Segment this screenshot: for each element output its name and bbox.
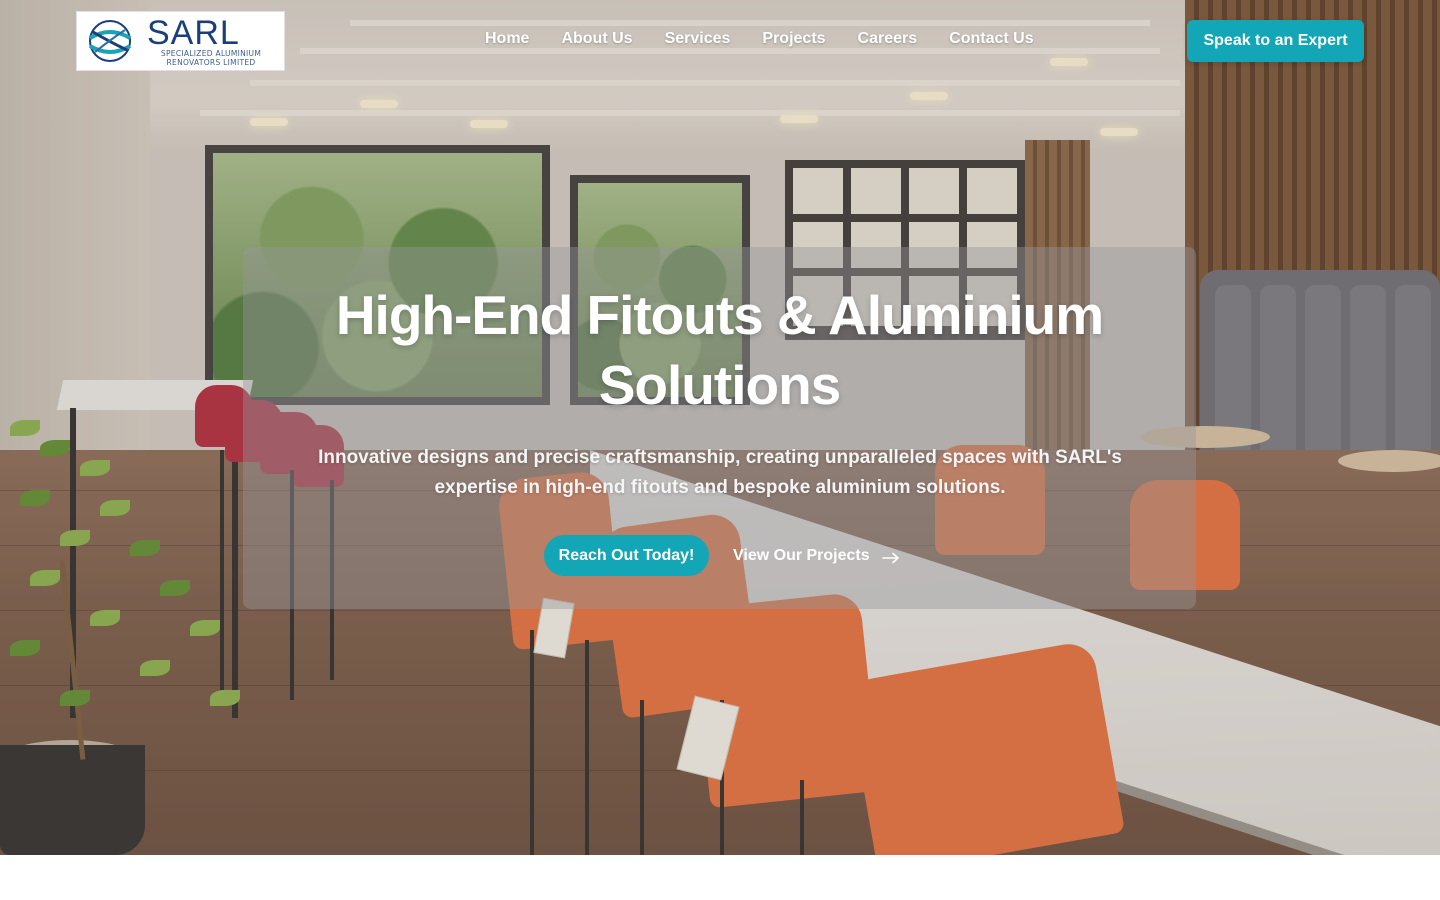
nav-home[interactable]: Home — [485, 30, 529, 48]
reach-out-button[interactable]: Reach Out Today! — [544, 535, 709, 576]
nav-projects[interactable]: Projects — [762, 30, 825, 48]
view-projects-label: View Our Projects — [733, 547, 870, 564]
nav-contact-us[interactable]: Contact Us — [949, 30, 1033, 48]
nav-about-us[interactable]: About Us — [561, 30, 632, 48]
page-content-below-hero — [0, 855, 1440, 900]
nav-services[interactable]: Services — [665, 30, 731, 48]
globe-logo-icon — [88, 20, 132, 62]
logo-wordmark: SARL — [147, 14, 240, 52]
hero-subtitle: Innovative designs and precise craftsman… — [318, 447, 1122, 498]
hero-title: High-End Fitouts & Aluminium Solutions — [335, 284, 1104, 416]
main-navigation: Home About Us Services Projects Careers … — [485, 30, 1034, 48]
view-projects-link[interactable]: View Our Projects — [733, 544, 900, 568]
arrow-right-icon — [881, 552, 899, 564]
site-logo[interactable]: SARL SPECIALIZED ALUMINIUM RENOVATORS LI… — [76, 11, 285, 71]
nav-careers[interactable]: Careers — [858, 30, 918, 48]
speak-to-expert-button[interactable]: Speak to an Expert — [1187, 20, 1364, 62]
logo-tagline: SPECIALIZED ALUMINIUM RENOVATORS LIMITED — [160, 49, 262, 67]
